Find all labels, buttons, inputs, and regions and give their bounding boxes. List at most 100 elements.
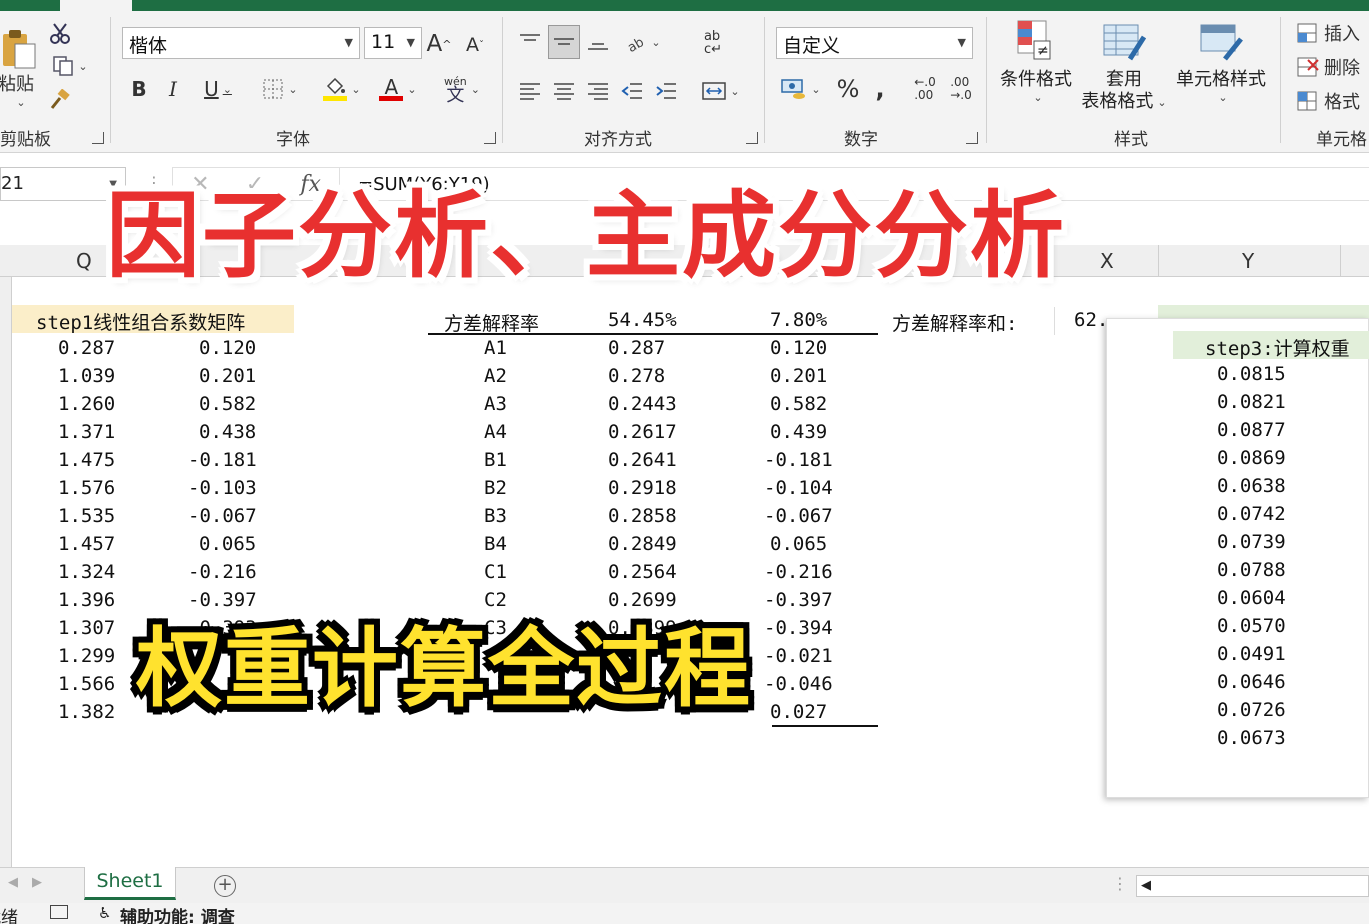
- loading-pc1[interactable]: 0.2699: [608, 589, 677, 611]
- macro-record-icon[interactable]: [50, 905, 68, 919]
- dialog-launcher-icon[interactable]: [92, 132, 104, 144]
- step1-coef-pc1[interactable]: 1.396: [58, 589, 115, 611]
- column-header-x[interactable]: X: [1100, 249, 1114, 273]
- step1-coef-pc2[interactable]: -0.067: [188, 505, 257, 527]
- step1-coef-pc1[interactable]: 1.299: [58, 645, 115, 667]
- format-cells-button[interactable]: 格式: [1296, 87, 1369, 115]
- loading-pc2[interactable]: -0.181: [764, 449, 833, 471]
- orientation-button[interactable]: ab ⌄: [620, 27, 666, 57]
- increase-indent-button[interactable]: [652, 77, 680, 105]
- step1-coef-pc2[interactable]: 0.582: [199, 393, 256, 415]
- cut-button[interactable]: [46, 21, 74, 47]
- loading-variable[interactable]: B3: [484, 505, 507, 527]
- variance-header-pc1[interactable]: 54.45%: [608, 309, 677, 331]
- accessibility-status[interactable]: 辅助功能: 调查: [120, 903, 235, 924]
- step1-coef-pc1[interactable]: 1.260: [58, 393, 115, 415]
- loading-pc2[interactable]: 0.439: [770, 421, 827, 443]
- loading-variable[interactable]: B2: [484, 477, 507, 499]
- loading-pc2[interactable]: -0.104: [764, 477, 833, 499]
- weight-value[interactable]: 0.0638: [1217, 475, 1286, 497]
- add-sheet-button[interactable]: +: [214, 875, 236, 897]
- loading-pc1[interactable]: 0.2849: [608, 533, 677, 555]
- cell-styles-button[interactable]: 单元格样式 ⌄: [1174, 19, 1268, 123]
- font-color-button[interactable]: A ⌄: [374, 73, 422, 105]
- fill-color-button[interactable]: ⌄: [318, 73, 366, 105]
- step1-coef-pc2[interactable]: -0.216: [188, 561, 257, 583]
- copy-button[interactable]: ⌄: [46, 53, 94, 79]
- paste-button[interactable]: 粘贴 ⌄: [0, 19, 38, 117]
- format-painter-button[interactable]: [46, 87, 74, 113]
- column-header-q[interactable]: Q: [76, 249, 92, 273]
- variance-sum-label[interactable]: 方差解释率和:: [892, 309, 1017, 336]
- step1-coef-pc1[interactable]: 1.039: [58, 365, 115, 387]
- shrink-font-button[interactable]: Aˇ: [462, 31, 488, 59]
- font-name-select[interactable]: 楷体 ▼: [122, 27, 360, 59]
- accessibility-icon[interactable]: ♿: [98, 904, 111, 922]
- loading-pc2[interactable]: 0.201: [770, 365, 827, 387]
- step1-label-cell[interactable]: step1线性组合系数矩阵: [12, 305, 294, 334]
- dialog-launcher-icon[interactable]: [746, 132, 758, 144]
- splitter-handle-icon[interactable]: ⋮: [1112, 874, 1128, 893]
- weight-value[interactable]: 0.0604: [1217, 587, 1286, 609]
- step1-coef-pc2[interactable]: -0.397: [188, 589, 257, 611]
- dialog-launcher-icon[interactable]: [484, 132, 496, 144]
- italic-button[interactable]: I: [160, 75, 186, 103]
- align-top-button[interactable]: [516, 27, 544, 57]
- scroll-left-icon[interactable]: ◀: [1141, 878, 1151, 893]
- variance-header-label[interactable]: 方差解释率: [444, 309, 539, 336]
- merge-center-button[interactable]: ⌄: [696, 77, 746, 105]
- step1-coef-pc2[interactable]: 0.201: [199, 365, 256, 387]
- step1-coef-pc1[interactable]: 1.535: [58, 505, 115, 527]
- loading-variable[interactable]: A3: [484, 393, 507, 415]
- step1-coef-pc1[interactable]: 1.566: [58, 673, 115, 695]
- weight-value[interactable]: 0.0726: [1217, 699, 1286, 721]
- loading-variable[interactable]: C2: [484, 589, 507, 611]
- decrease-indent-button[interactable]: [618, 77, 646, 105]
- loading-pc2[interactable]: -0.046: [764, 673, 833, 695]
- number-format-select[interactable]: 自定义 ▼: [776, 27, 973, 59]
- variance-header-pc2[interactable]: 7.80%: [770, 309, 827, 331]
- accounting-format-button[interactable]: ⌄: [776, 73, 826, 105]
- tab-sheet1[interactable]: Sheet1: [84, 867, 176, 900]
- align-left-button[interactable]: [516, 77, 544, 105]
- weight-value[interactable]: 0.0673: [1217, 727, 1286, 749]
- loading-pc2[interactable]: -0.397: [764, 589, 833, 611]
- percent-style-button[interactable]: %: [834, 73, 862, 105]
- step1-coef-pc2[interactable]: -0.181: [188, 449, 257, 471]
- horizontal-scrollbar[interactable]: ◀: [1136, 875, 1369, 897]
- step1-coef-pc1[interactable]: 0.287: [58, 337, 115, 359]
- weight-value[interactable]: 0.0877: [1217, 419, 1286, 441]
- weight-value[interactable]: 0.0646: [1217, 671, 1286, 693]
- loading-variable[interactable]: B4: [484, 533, 507, 555]
- conditional-formatting-button[interactable]: ≠ 条件格式 ⌄: [998, 19, 1074, 123]
- bold-button[interactable]: B: [126, 75, 152, 103]
- loading-pc2[interactable]: -0.216: [764, 561, 833, 583]
- loading-pc1[interactable]: 0.2443: [608, 393, 677, 415]
- loading-pc1[interactable]: 0.2858: [608, 505, 677, 527]
- loading-variable[interactable]: B1: [484, 449, 507, 471]
- step3-label-cell[interactable]: step3:计算权重: [1173, 331, 1369, 360]
- step1-coef-pc2[interactable]: 0.065: [199, 533, 256, 555]
- loading-pc2[interactable]: 0.065: [770, 533, 827, 555]
- loading-variable[interactable]: A1: [484, 337, 507, 359]
- loading-variable[interactable]: A2: [484, 365, 507, 387]
- loading-pc2[interactable]: -0.021: [764, 645, 833, 667]
- loading-pc2[interactable]: -0.067: [764, 505, 833, 527]
- borders-button[interactable]: ⌄: [256, 75, 304, 103]
- wrap-text-button[interactable]: ab c↵: [698, 25, 728, 61]
- loading-pc2[interactable]: 0.120: [770, 337, 827, 359]
- decrease-decimal-button[interactable]: .00 →.0: [944, 73, 978, 105]
- step1-coef-pc1[interactable]: 1.457: [58, 533, 115, 555]
- step1-coef-pc1[interactable]: 1.324: [58, 561, 115, 583]
- column-header-y[interactable]: Y: [1242, 249, 1254, 273]
- tab-scroll-left-icon[interactable]: ◀: [8, 875, 18, 890]
- tab-scroll-right-icon[interactable]: ▶: [32, 875, 42, 890]
- increase-decimal-button[interactable]: ←.0.00: [908, 73, 942, 105]
- loading-pc2[interactable]: 0.582: [770, 393, 827, 415]
- step1-coef-pc1[interactable]: 1.576: [58, 477, 115, 499]
- loading-pc1[interactable]: 0.2564: [608, 561, 677, 583]
- loading-pc1[interactable]: 0.278: [608, 365, 665, 387]
- loading-pc1[interactable]: 0.287: [608, 337, 665, 359]
- align-bottom-button[interactable]: [584, 27, 612, 57]
- step1-coef-pc1[interactable]: 1.475: [58, 449, 115, 471]
